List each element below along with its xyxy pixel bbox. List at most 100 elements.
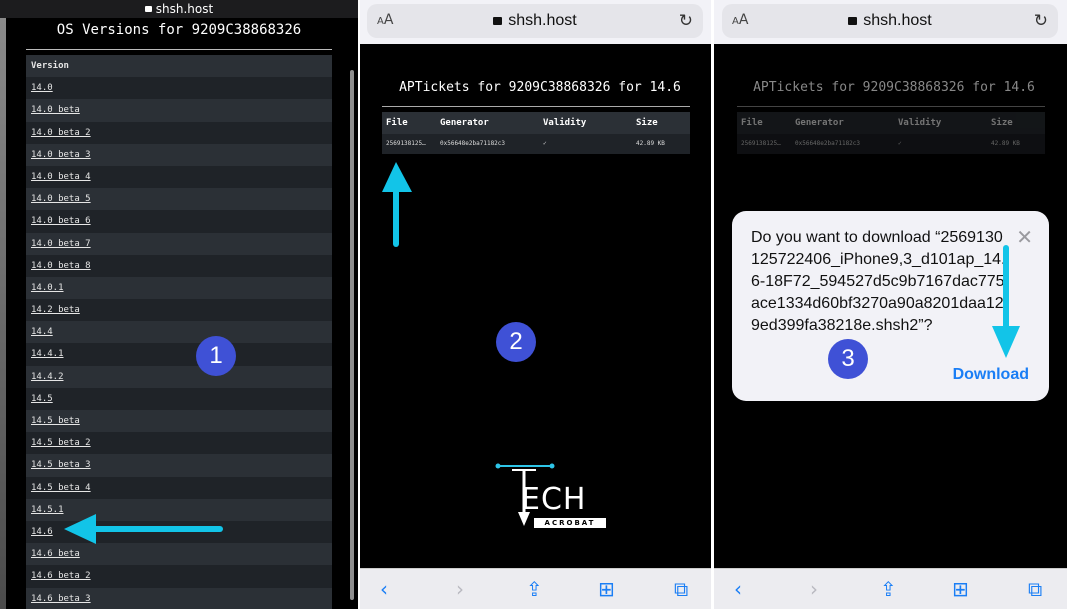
version-row: 14.0 — [26, 77, 332, 100]
address-bar[interactable]: AA shsh.host ↻ — [722, 4, 1058, 38]
reload-icon[interactable]: ↻ — [1034, 11, 1048, 31]
title-divider — [382, 106, 690, 107]
version-link[interactable]: 14.2 beta — [31, 305, 80, 315]
version-link[interactable]: 14.0 — [31, 83, 53, 93]
version-row: 14.5 — [26, 387, 332, 410]
version-link[interactable]: 14.5 beta 2 — [31, 438, 91, 448]
version-link[interactable]: 14.6 beta 3 — [31, 594, 91, 604]
col-size: Size — [636, 118, 658, 128]
arrow-up-icon — [382, 162, 412, 247]
panel-aptickets: AA shsh.host ↻ APTickets for 9209C388683… — [360, 0, 711, 609]
version-row: 14.0 beta 6 — [26, 210, 332, 233]
version-link[interactable]: 14.0 beta 6 — [31, 216, 91, 226]
version-row: 14.0 beta 3 — [26, 143, 332, 166]
version-link[interactable]: 14.5 beta 3 — [31, 460, 91, 470]
bookmarks-icon[interactable]: ⊞ — [952, 577, 969, 601]
version-link[interactable]: 14.4.1 — [31, 349, 64, 359]
tech-acrobat-logo: ECH ACROBAT — [494, 460, 614, 532]
version-link[interactable]: 14.5 — [31, 394, 53, 404]
version-row: 14.2 beta — [26, 299, 332, 322]
version-row: 14.0 beta 5 — [26, 188, 332, 211]
page-title: APTickets for 9209C38868326 for 14.6 — [399, 80, 681, 95]
col-file: File — [741, 118, 763, 128]
version-row: 14.0 beta 7 — [26, 232, 332, 255]
version-row: 14.4.2 — [26, 365, 332, 388]
version-link[interactable]: 14.0.1 — [31, 283, 64, 293]
generator-value: 0x56648e2ba71182c3 — [795, 140, 861, 147]
table-header: File Generator Validity Size — [737, 112, 1045, 134]
version-link[interactable]: 14.5 beta — [31, 416, 80, 426]
step-badge-2: 2 — [496, 322, 536, 362]
lock-icon — [493, 17, 503, 25]
reload-icon[interactable]: ↻ — [679, 11, 693, 31]
lock-icon — [144, 6, 152, 12]
url-domain: shsh.host — [863, 12, 932, 29]
col-generator: Generator — [795, 118, 844, 128]
share-icon[interactable]: ⇪ — [526, 577, 543, 601]
version-link[interactable]: 14.0 beta 4 — [31, 172, 91, 182]
address-bar[interactable]: shsh.host — [0, 0, 358, 18]
tickets-table: File Generator Validity Size 2569138125…… — [382, 112, 690, 154]
logo-subtext: ACROBAT — [534, 518, 606, 528]
col-file: File — [386, 118, 408, 128]
version-link[interactable]: 14.6 beta 2 — [31, 571, 91, 581]
tabs-icon[interactable]: ⧉ — [674, 577, 688, 601]
version-link[interactable]: 14.5 beta 4 — [31, 483, 91, 493]
arrow-left-icon — [64, 514, 223, 544]
generator-value: 0x56648e2ba71182c3 — [440, 140, 506, 147]
table-row: 2569138125… 0x56648e2ba71182c3 ✓ 42.89 K… — [382, 134, 690, 154]
version-link[interactable]: 14.4 — [31, 327, 53, 337]
size-value: 42.89 KB — [991, 140, 1020, 147]
back-icon[interactable]: ‹ — [734, 577, 742, 601]
version-row: 14.0 beta 4 — [26, 165, 332, 189]
url-domain: shsh.host — [155, 2, 214, 16]
back-icon[interactable]: ‹ — [380, 577, 388, 601]
col-validity: Validity — [898, 118, 942, 128]
version-link[interactable]: 14.0 beta 5 — [31, 194, 91, 204]
step-badge-1: 1 — [196, 336, 236, 376]
address-bar[interactable]: AA shsh.host ↻ — [367, 4, 703, 38]
safari-toolbar: ‹ › ⇪ ⊞ ⧉ — [360, 568, 711, 609]
panel-download-dialog: AA shsh.host ↻ APTickets for 9209C388683… — [714, 0, 1067, 609]
scrollbar[interactable] — [350, 70, 354, 600]
validity-value: ✓ — [543, 140, 547, 147]
download-button[interactable]: Download — [953, 366, 1029, 384]
download-message: Do you want to download “256913012572240… — [751, 229, 1006, 334]
version-link[interactable]: 14.4.2 — [31, 372, 64, 382]
version-row: 14.0 beta — [26, 99, 332, 122]
version-link[interactable]: 14.6 beta — [31, 549, 80, 559]
forward-icon[interactable]: › — [456, 577, 464, 601]
forward-icon[interactable]: › — [810, 577, 818, 601]
share-icon[interactable]: ⇪ — [880, 577, 897, 601]
step-badge-3: 3 — [828, 339, 868, 379]
logo-text: ECH — [521, 482, 587, 517]
version-link[interactable]: 14.5.1 — [31, 505, 64, 515]
table-row: 2569138125… 0x56648e2ba71182c3 ✓ 42.89 K… — [737, 134, 1045, 154]
col-generator: Generator — [440, 118, 489, 128]
version-row: 14.6 beta 3 — [26, 587, 332, 609]
arrow-down-icon — [992, 245, 1020, 358]
version-row: 14.0 beta 8 — [26, 254, 332, 277]
version-row: 14.6 beta 2 — [26, 565, 332, 588]
size-value: 42.89 KB — [636, 140, 665, 147]
file-link[interactable]: 2569138125… — [737, 134, 791, 154]
version-link[interactable]: 14.0 beta 2 — [31, 128, 91, 138]
table-header-version: Version — [26, 55, 332, 78]
safari-toolbar: ‹ › ⇪ ⊞ ⧉ — [714, 568, 1067, 609]
tickets-table: File Generator Validity Size 2569138125…… — [737, 112, 1045, 154]
file-link[interactable]: 2569138125… — [382, 134, 436, 154]
page-title: APTickets for 9209C38868326 for 14.6 — [753, 80, 1035, 95]
version-link[interactable]: 14.0 beta 3 — [31, 150, 91, 160]
version-link[interactable]: 14.0 beta 8 — [31, 261, 91, 271]
version-link[interactable]: 14.0 beta — [31, 105, 80, 115]
version-link[interactable]: 14.6 — [31, 527, 53, 537]
version-link[interactable]: 14.0 beta 7 — [31, 239, 91, 249]
validity-value: ✓ — [898, 140, 902, 147]
tabs-icon[interactable]: ⧉ — [1028, 577, 1042, 601]
title-divider — [737, 106, 1045, 107]
version-row: 14.0.1 — [26, 276, 332, 300]
col-size: Size — [991, 118, 1013, 128]
bookmarks-icon[interactable]: ⊞ — [598, 577, 615, 601]
version-row: 14.0 beta 2 — [26, 121, 332, 144]
version-row: 14.4.1 — [26, 343, 332, 366]
